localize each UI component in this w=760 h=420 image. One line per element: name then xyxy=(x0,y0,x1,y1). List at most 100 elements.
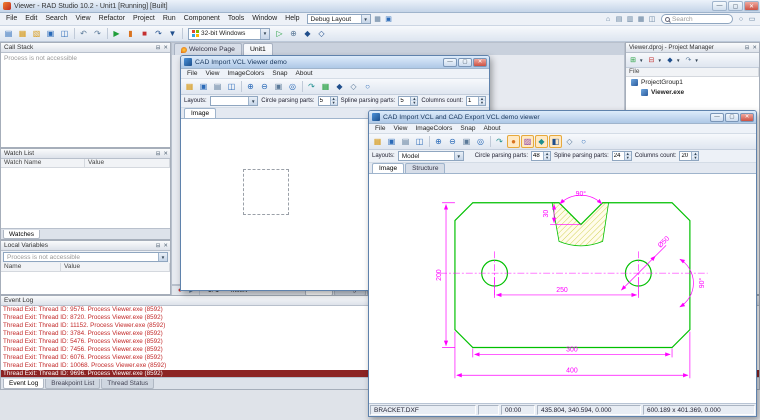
process-combo[interactable]: Process is not accessible ▼ xyxy=(3,252,168,262)
desktop-layout-combo[interactable]: Debug Layout ▼ xyxy=(307,14,371,24)
open-icon[interactable]: ▦ xyxy=(183,80,196,93)
bottom-tab[interactable]: Breakpoint List xyxy=(45,379,100,389)
menu-item[interactable]: View xyxy=(72,13,95,25)
project-tree-item[interactable]: Viewer.exe xyxy=(626,87,759,97)
circle-parts-spinner[interactable]: ▲▼ xyxy=(318,96,338,106)
spline-parts-spinner[interactable]: ▲▼ xyxy=(612,151,632,161)
menu-item[interactable]: Edit xyxy=(21,13,41,25)
front-window-titlebar[interactable]: CAD Import VCL and CAD Export VCL demo v… xyxy=(369,111,756,124)
pause-icon[interactable]: ▮ xyxy=(124,27,137,40)
close-icon[interactable]: ✕ xyxy=(752,45,757,51)
spin-down-icon[interactable]: ▼ xyxy=(411,101,417,105)
copy-icon[interactable]: ◫ xyxy=(225,80,238,93)
save-icon[interactable]: ▣ xyxy=(385,135,398,148)
close-icon[interactable]: ✕ xyxy=(163,45,168,51)
circle-parts-spinner[interactable]: ▲▼ xyxy=(531,151,551,161)
zoom-fit-icon[interactable]: ◎ xyxy=(474,135,487,148)
layouts-combo[interactable]: ▼ xyxy=(210,96,259,106)
minimize-button[interactable]: — xyxy=(443,58,457,67)
copy-icon[interactable]: ◫ xyxy=(413,135,426,148)
stop-icon[interactable]: ■ xyxy=(138,27,151,40)
spline-parts-input[interactable] xyxy=(613,152,624,160)
trace-into-icon[interactable]: ▼ xyxy=(166,27,179,40)
background-color-icon[interactable]: ◧ xyxy=(549,135,562,148)
close-button[interactable]: ✕ xyxy=(744,1,759,11)
run-icon[interactable]: ▶ xyxy=(110,27,123,40)
menu-item[interactable]: File xyxy=(2,13,21,25)
separator[interactable] xyxy=(302,81,303,92)
layout-selector-icon[interactable]: ▭ xyxy=(747,14,757,24)
zoom-in-icon[interactable]: ⊕ xyxy=(244,80,257,93)
separator[interactable] xyxy=(490,136,491,147)
zoom-out-icon[interactable]: ⊖ xyxy=(446,135,459,148)
bottom-tab[interactable]: Event Log xyxy=(3,379,44,389)
maximize-button[interactable]: ▢ xyxy=(725,113,739,122)
back-window-titlebar[interactable]: CAD Import VCL Viewer demo — ▢ ✕ xyxy=(181,56,489,69)
spline-parts-spinner[interactable]: ▲▼ xyxy=(398,96,418,106)
ide-search[interactable] xyxy=(661,14,733,24)
menu-item[interactable]: Help xyxy=(281,13,303,25)
column-header[interactable]: Value xyxy=(85,159,170,167)
menu-item[interactable]: About xyxy=(480,124,505,134)
column-header[interactable]: Value xyxy=(61,263,170,271)
open-icon[interactable]: ▦ xyxy=(371,135,384,148)
menu-item[interactable]: Snap xyxy=(268,69,291,79)
zoom-window-icon[interactable]: ▣ xyxy=(272,80,285,93)
save-all-icon[interactable]: ◫ xyxy=(58,27,71,40)
undo-icon[interactable]: ↶ xyxy=(77,27,90,40)
menu-item[interactable]: Refactor xyxy=(95,13,129,25)
project-tree-item[interactable]: ProjectGroup1 xyxy=(626,77,759,87)
orbit-icon[interactable]: ● xyxy=(507,135,520,148)
spin-down-icon[interactable]: ▼ xyxy=(692,156,698,160)
remove-item-icon[interactable]: ⊟ ▼ xyxy=(646,55,661,65)
menu-item[interactable]: View xyxy=(389,124,411,134)
welcome-page-icon[interactable]: ⌂ xyxy=(603,14,613,24)
settings-icon[interactable]: ◇ xyxy=(347,80,360,93)
circle-parts-input[interactable] xyxy=(319,97,330,105)
object-inspector-icon[interactable]: ▥ xyxy=(625,14,635,24)
apply-layout-icon[interactable]: ▦ xyxy=(373,14,383,24)
project-options-icon[interactable]: ◇ xyxy=(315,27,328,40)
viewer-tab[interactable]: Image xyxy=(372,163,404,173)
zoom-in-icon[interactable]: ⊕ xyxy=(432,135,445,148)
new-icon[interactable]: ▤ xyxy=(2,27,15,40)
run-without-debugging-icon[interactable]: ▷ xyxy=(273,27,286,40)
column-header[interactable]: File xyxy=(626,68,759,76)
layers-icon[interactable]: ▦ xyxy=(319,80,332,93)
menu-item[interactable]: Project xyxy=(129,13,159,25)
measure-icon[interactable]: ◇ xyxy=(563,135,576,148)
close-button[interactable]: ✕ xyxy=(740,113,754,122)
close-icon[interactable]: ✕ xyxy=(163,243,168,249)
spin-down-icon[interactable]: ▼ xyxy=(479,101,485,105)
menu-item[interactable]: Component xyxy=(180,13,224,25)
rotate-icon[interactable]: ↷ xyxy=(305,80,318,93)
layouts-combo[interactable]: Model ▼ xyxy=(398,151,464,161)
cad-canvas[interactable]: 200 250 300 400 30 Ø50 xyxy=(369,174,756,403)
separator[interactable] xyxy=(74,28,75,39)
search-input[interactable] xyxy=(672,16,722,23)
zoom-window-icon[interactable]: ▣ xyxy=(460,135,473,148)
tab-welcome-page[interactable]: Welcome Page xyxy=(174,43,242,55)
menu-item[interactable]: Tools xyxy=(224,13,248,25)
separator[interactable] xyxy=(429,136,430,147)
redo-icon[interactable]: ↷ xyxy=(91,27,104,40)
tab-unit1[interactable]: Unit1 xyxy=(243,43,273,55)
save-icon[interactable]: ▣ xyxy=(44,27,57,40)
tab-image[interactable]: Image xyxy=(184,108,216,118)
menu-item[interactable]: Search xyxy=(41,13,71,25)
column-header[interactable]: Watch Name xyxy=(1,159,85,167)
menu-item[interactable]: Window xyxy=(248,13,281,25)
sync-icon[interactable]: ↷ ▼ xyxy=(683,55,698,65)
rotate-icon[interactable]: ↷ xyxy=(493,135,506,148)
separator[interactable] xyxy=(241,81,242,92)
close-icon[interactable]: ✕ xyxy=(163,151,168,157)
structure-pane-icon[interactable]: ▤ xyxy=(614,14,624,24)
menu-item[interactable]: File xyxy=(371,124,389,134)
open-icon[interactable]: ▦ xyxy=(16,27,29,40)
maximize-button[interactable]: ▢ xyxy=(728,1,743,11)
columns-count-input[interactable] xyxy=(467,97,478,105)
print-icon[interactable]: ▤ xyxy=(399,135,412,148)
menu-item[interactable]: View xyxy=(201,69,223,79)
menu-item[interactable]: Run xyxy=(159,13,180,25)
columns-count-spinner[interactable]: ▲▼ xyxy=(679,151,699,161)
